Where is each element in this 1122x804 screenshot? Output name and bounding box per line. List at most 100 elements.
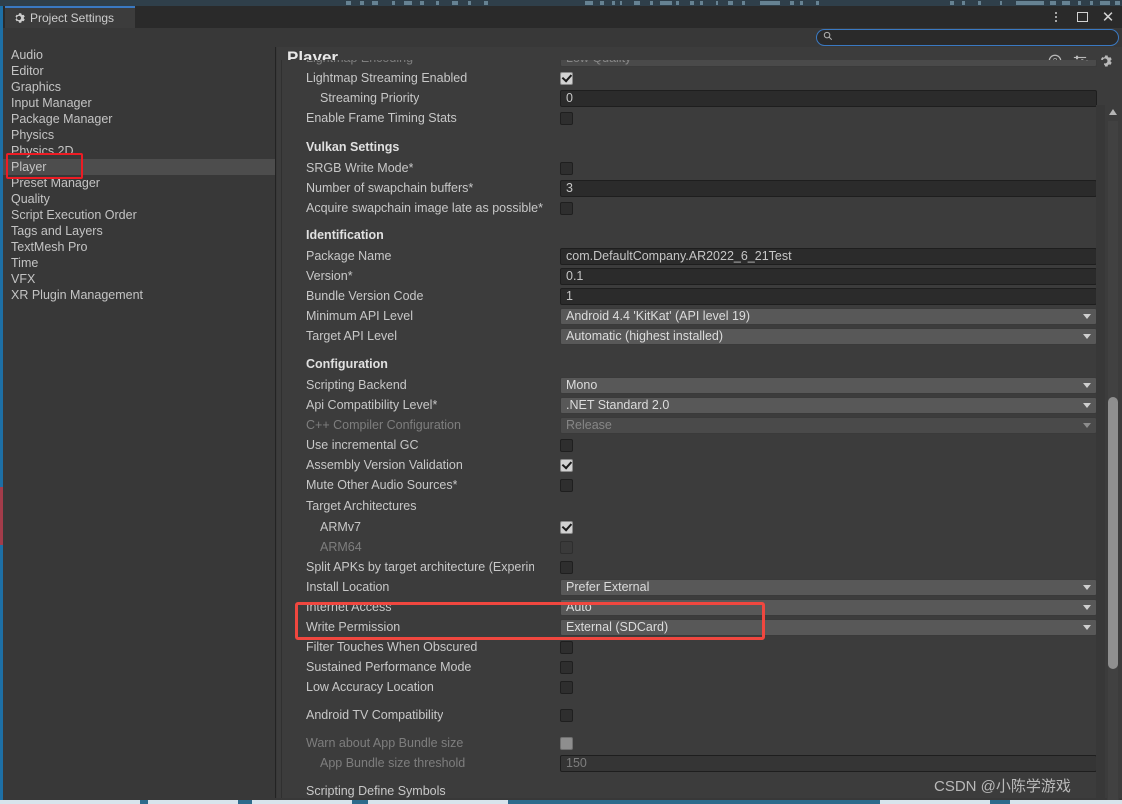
- strip-tick: [1000, 1, 1002, 5]
- sidebar-item-label: Preset Manager: [11, 176, 100, 190]
- dropdown-r13[interactable]: .NET Standard 2.0: [560, 396, 1097, 414]
- dropdown-r12[interactable]: Mono: [560, 376, 1097, 394]
- setting-row: ARM64: [282, 537, 1104, 557]
- sidebar-item-label: Physics: [11, 128, 55, 142]
- checkbox-r15[interactable]: [560, 438, 573, 452]
- sidebar-item-label: Quality: [11, 192, 50, 206]
- setting-row: Streaming Priority 0: [282, 88, 1104, 108]
- settings-category-sidebar[interactable]: Audio Editor Graphics Input Manager Package …: [3, 47, 276, 798]
- section-label: Identification: [306, 228, 384, 242]
- strip-tick: [420, 1, 424, 5]
- sidebar-item-vfx[interactable]: VFX: [3, 271, 275, 287]
- maximize-icon[interactable]: [1074, 9, 1090, 25]
- checkbox-r3[interactable]: [560, 111, 573, 125]
- text-field-r5[interactable]: 3: [560, 179, 1097, 197]
- text-field-r8[interactable]: 0.1: [560, 267, 1097, 285]
- setting-control-slot: [560, 640, 573, 654]
- sidebar-item-time[interactable]: Time: [3, 255, 275, 271]
- checkbox-r26[interactable]: [560, 680, 573, 694]
- search-icon: [823, 31, 833, 44]
- search-input[interactable]: [837, 31, 1107, 44]
- checkbox-r1[interactable]: [560, 71, 573, 85]
- strip-tick: [728, 1, 733, 5]
- setting-row: Android TV Compatibility: [282, 705, 1104, 725]
- dropdown-r22[interactable]: Auto: [560, 598, 1097, 616]
- watermark: CSDN @小陈学游戏: [934, 778, 1071, 795]
- sidebar-item-physics[interactable]: Physics: [3, 127, 275, 143]
- sidebar-item-tags-and-layers[interactable]: Tags and Layers: [3, 223, 275, 239]
- bottom-edge-segment: [148, 800, 238, 804]
- setting-row: Minimum API Level Android 4.4 'KitKat' (A…: [282, 306, 1104, 326]
- checkbox-r18[interactable]: [560, 520, 573, 534]
- setting-row: Low Accuracy Location: [282, 677, 1104, 697]
- sidebar-item-quality[interactable]: Quality: [3, 191, 275, 207]
- player-settings-panel: Player ?: [277, 47, 1122, 804]
- kebab-menu-icon[interactable]: [1048, 9, 1064, 25]
- gear-icon: [13, 12, 25, 24]
- checkbox-r17[interactable]: [560, 478, 573, 492]
- scroll-up-arrow-icon[interactable]: [1109, 109, 1117, 115]
- checkbox-r25[interactable]: [560, 660, 573, 674]
- close-icon[interactable]: ✕: [1100, 9, 1116, 25]
- sidebar-item-textmesh-pro[interactable]: TextMesh Pro: [3, 239, 275, 255]
- setting-control-slot: [560, 71, 573, 85]
- checkbox-r27[interactable]: [560, 708, 573, 722]
- setting-label: Bundle Version Code: [306, 289, 424, 303]
- checkbox-r6[interactable]: [560, 201, 573, 215]
- sidebar-item-script-execution-order[interactable]: Script Execution Order: [3, 207, 275, 223]
- section-header: Identification: [282, 224, 1104, 246]
- strip-tick: [760, 1, 780, 5]
- setting-row: ARMv7: [282, 517, 1104, 537]
- dropdown-r11[interactable]: Automatic (highest installed): [560, 327, 1097, 345]
- sidebar-item-package-manager[interactable]: Package Manager: [3, 111, 275, 127]
- section-label: Vulkan Settings: [306, 140, 400, 154]
- tab-project-settings[interactable]: Project Settings: [5, 6, 135, 28]
- strip-tick: [346, 1, 351, 5]
- search-row: [3, 28, 1122, 47]
- text-field-r9[interactable]: 1: [560, 287, 1097, 305]
- strip-tick: [436, 1, 439, 5]
- checkbox-r4[interactable]: [560, 161, 573, 175]
- row-spacer: [282, 128, 1104, 136]
- bottom-edge-segment: [0, 800, 140, 804]
- setting-label: Mute Other Audio Sources*: [306, 478, 458, 492]
- inspector-scrollbar[interactable]: [1107, 107, 1119, 804]
- dropdown-r10[interactable]: Android 4.4 'KitKat' (API level 19): [560, 307, 1097, 325]
- setting-control-slot: [560, 111, 573, 125]
- strip-tick: [742, 1, 745, 5]
- text-field-r7[interactable]: com.DefaultCompany.AR2022_6_21Test: [560, 247, 1097, 265]
- setting-control-slot: External (SDCard): [560, 618, 1097, 636]
- dropdown-r23[interactable]: External (SDCard): [560, 618, 1097, 636]
- checkbox-r20[interactable]: [560, 560, 573, 574]
- sidebar-item-preset-manager[interactable]: Preset Manager: [3, 175, 275, 191]
- sidebar-item-physics-2d[interactable]: Physics 2D: [3, 143, 275, 159]
- dropdown-r21[interactable]: Prefer External: [560, 578, 1097, 596]
- sidebar-item-editor[interactable]: Editor: [3, 63, 275, 79]
- dropdown-value: Android 4.4 'KitKat' (API level 19): [566, 308, 751, 323]
- setting-label: Enable Frame Timing Stats: [306, 111, 457, 125]
- strip-tick: [612, 1, 615, 5]
- sidebar-item-input-manager[interactable]: Input Manager: [3, 95, 275, 111]
- section-header: Vulkan Settings: [282, 136, 1104, 158]
- setting-control-slot: [560, 540, 573, 554]
- setting-row: Acquire swapchain image late as possible…: [282, 198, 1104, 218]
- sidebar-item-graphics[interactable]: Graphics: [3, 79, 275, 95]
- scrollbar-thumb[interactable]: [1108, 397, 1118, 669]
- sidebar-item-xr-plugin-management[interactable]: XR Plugin Management: [3, 287, 275, 303]
- setting-row: Bundle Version Code 1: [282, 286, 1104, 306]
- setting-control-slot: Android 4.4 'KitKat' (API level 19): [560, 307, 1097, 325]
- setting-label: Split APKs by target architecture (Exper…: [306, 560, 534, 574]
- text-field-r2[interactable]: 0: [560, 89, 1097, 107]
- strip-tick: [1062, 1, 1070, 5]
- chevron-down-icon: [1083, 584, 1091, 590]
- sidebar-item-player[interactable]: Player: [3, 159, 275, 175]
- checkbox-r24[interactable]: [560, 640, 573, 654]
- setting-control-slot: Mono: [560, 376, 1097, 394]
- setting-label: Android TV Compatibility: [306, 708, 444, 722]
- row-spacer: [282, 346, 1104, 353]
- setting-row: Scripting Backend Mono: [282, 375, 1104, 395]
- search-box[interactable]: [816, 29, 1119, 46]
- checkbox-r16[interactable]: [560, 458, 573, 472]
- setting-row: Warn about App Bundle size: [282, 733, 1104, 753]
- sidebar-item-audio[interactable]: Audio: [3, 47, 275, 63]
